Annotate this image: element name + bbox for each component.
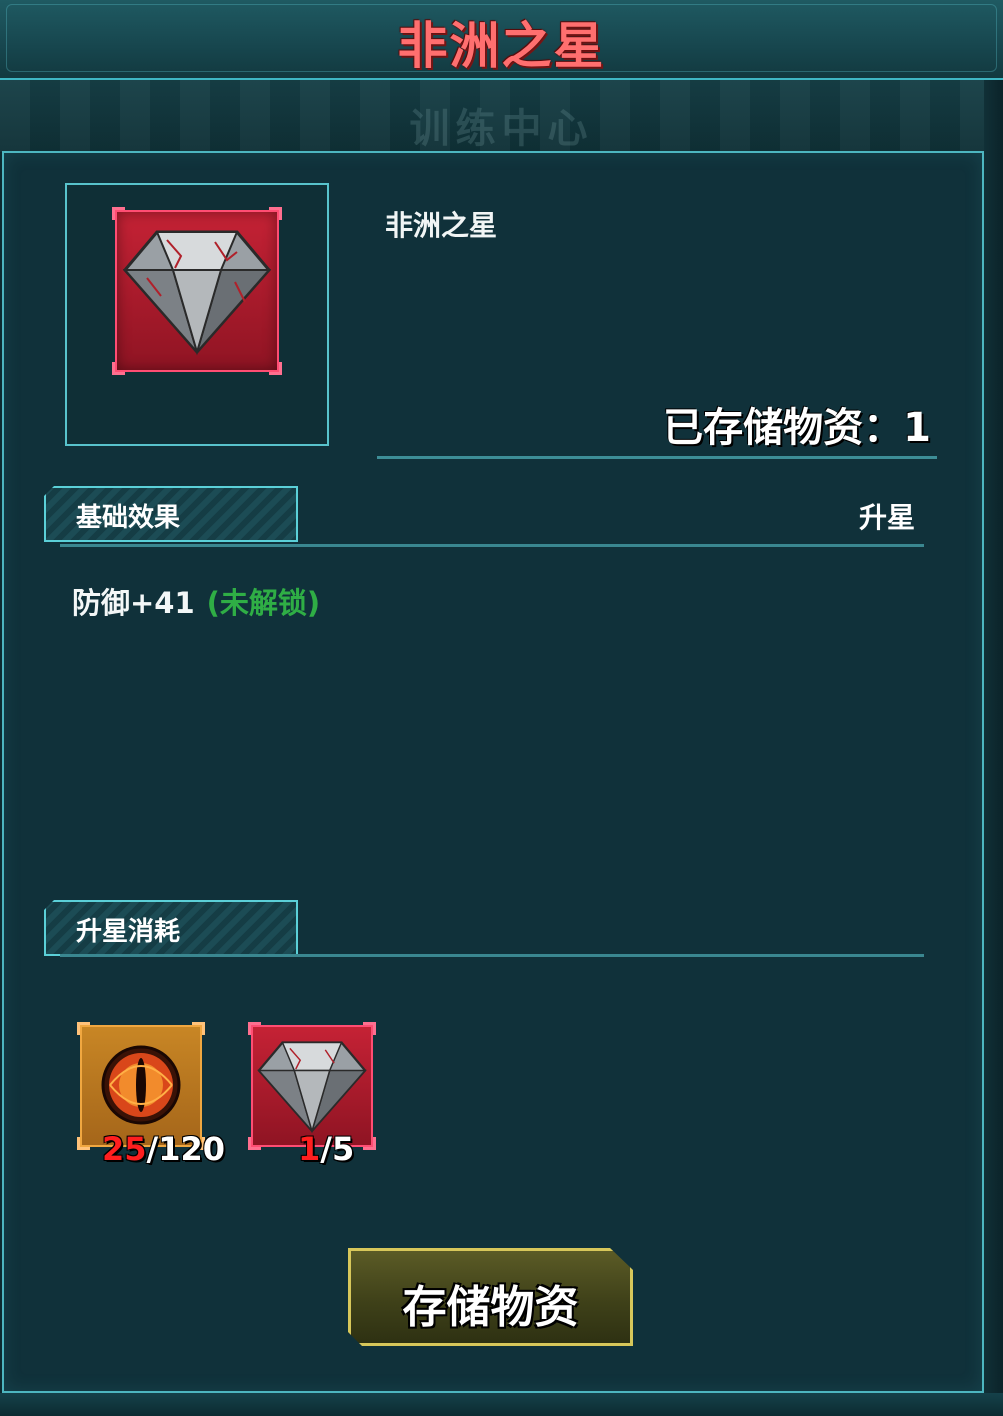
upgrade-star-tab[interactable]: 升星: [859, 496, 915, 536]
section-title: 升星消耗: [76, 917, 181, 947]
background-title: 训练中心: [409, 106, 594, 152]
stored-count: 已存储物资：1: [663, 405, 931, 451]
section-header-base-effect: 基础效果: [44, 486, 298, 542]
section-header-upgrade-cost: 升星消耗: [44, 900, 298, 956]
divider: [377, 456, 937, 459]
footer-strip: [0, 1393, 1003, 1416]
cost-item-diamond[interactable]: [248, 1022, 376, 1150]
item-name: 非洲之星: [385, 209, 498, 242]
effect-line: 防御+41 (未解锁): [72, 580, 320, 622]
item-icon-tile[interactable]: [112, 207, 282, 375]
section-divider: [60, 544, 924, 547]
cost-have: 1: [298, 1130, 321, 1168]
window-title: 非洲之星: [397, 17, 606, 75]
section-title: 基础效果: [76, 503, 181, 533]
effect-stat: 防御+41: [72, 586, 195, 620]
cost-have: 25: [102, 1130, 147, 1168]
cost-need: /120: [146, 1130, 226, 1168]
title-bar: 非洲之星: [0, 0, 1003, 80]
effect-lock-status: (未解锁): [206, 586, 321, 620]
right-edge: [984, 80, 1003, 1416]
section-divider: [60, 954, 924, 957]
cost-count: 25/120: [102, 1130, 225, 1168]
cost-item-eye-orb[interactable]: [77, 1022, 205, 1150]
cost-count: 1/5: [298, 1130, 354, 1168]
diamond-icon: [122, 230, 272, 356]
store-supplies-button[interactable]: 存储物资: [348, 1248, 633, 1346]
diamond-icon: [257, 1041, 367, 1134]
store-button-label: 存储物资: [402, 1282, 579, 1333]
cost-need: /5: [320, 1130, 355, 1168]
eye-orb-icon: [101, 1045, 181, 1125]
